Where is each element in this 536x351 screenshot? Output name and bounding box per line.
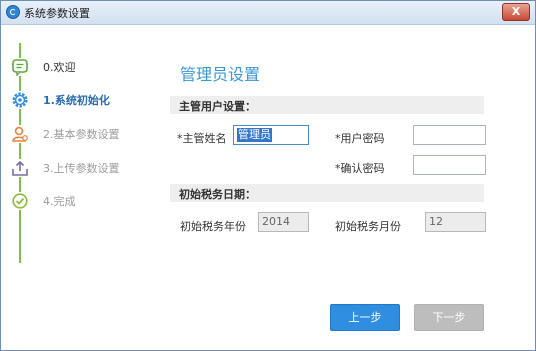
gear-icon bbox=[11, 91, 29, 109]
step-label: 3.上传参数设置 bbox=[43, 162, 120, 175]
dialog-window: 系统参数设置 X 0.欢迎 1.系统初始化 2.基本参数设置 3.上传参数设置 … bbox=[0, 0, 536, 351]
step-system-init: 1.系统初始化 bbox=[1, 88, 144, 112]
tax-year-field: 2014 bbox=[258, 212, 309, 232]
tax-year-label: 初始税务年份 bbox=[180, 220, 246, 233]
confirm-password-input[interactable] bbox=[413, 155, 486, 175]
section-title: 初始税务日期： bbox=[179, 188, 256, 201]
page-title: 管理员设置 bbox=[180, 65, 261, 84]
prev-step-button[interactable]: 上一步 bbox=[330, 304, 400, 331]
step-finish: 4.完成 bbox=[1, 189, 144, 213]
message-icon bbox=[11, 58, 29, 76]
user-icon bbox=[11, 125, 29, 143]
step-upload-params: 3.上传参数设置 bbox=[1, 156, 144, 180]
window-title: 系统参数设置 bbox=[24, 7, 90, 20]
close-button[interactable]: X bbox=[502, 3, 530, 21]
admin-name-value: 管理员 bbox=[237, 128, 272, 142]
password-label: *用户密码 bbox=[335, 132, 385, 145]
step-label: 0.欢迎 bbox=[43, 61, 76, 74]
check-icon bbox=[11, 192, 29, 210]
app-icon bbox=[6, 5, 20, 19]
title-bar: 系统参数设置 X bbox=[1, 1, 535, 25]
admin-name-input[interactable]: 管理员 bbox=[233, 125, 309, 145]
admin-section-header: 主管用户设置： bbox=[170, 96, 484, 114]
steps-sidebar: 0.欢迎 1.系统初始化 2.基本参数设置 3.上传参数设置 4.完成 bbox=[1, 25, 144, 350]
step-welcome: 0.欢迎 bbox=[1, 55, 144, 79]
main-panel: 管理员设置 主管用户设置： *主管姓名 管理员 *用户密码 *确认密码 初始税务… bbox=[144, 25, 535, 350]
step-label: 4.完成 bbox=[43, 195, 76, 208]
tax-month-field: 12 bbox=[425, 212, 486, 232]
admin-name-label: *主管姓名 bbox=[177, 132, 227, 145]
tax-section-header: 初始税务日期： bbox=[170, 184, 484, 202]
tax-month-label: 初始税务月份 bbox=[335, 220, 401, 233]
next-step-button[interactable]: 下一步 bbox=[414, 304, 484, 331]
step-label: 2.基本参数设置 bbox=[43, 128, 120, 141]
section-title: 主管用户设置： bbox=[179, 100, 256, 113]
upload-icon bbox=[11, 159, 29, 177]
confirm-password-label: *确认密码 bbox=[335, 162, 385, 175]
password-input[interactable] bbox=[413, 125, 486, 145]
step-label: 1.系统初始化 bbox=[43, 94, 110, 107]
step-basic-params: 2.基本参数设置 bbox=[1, 122, 144, 146]
